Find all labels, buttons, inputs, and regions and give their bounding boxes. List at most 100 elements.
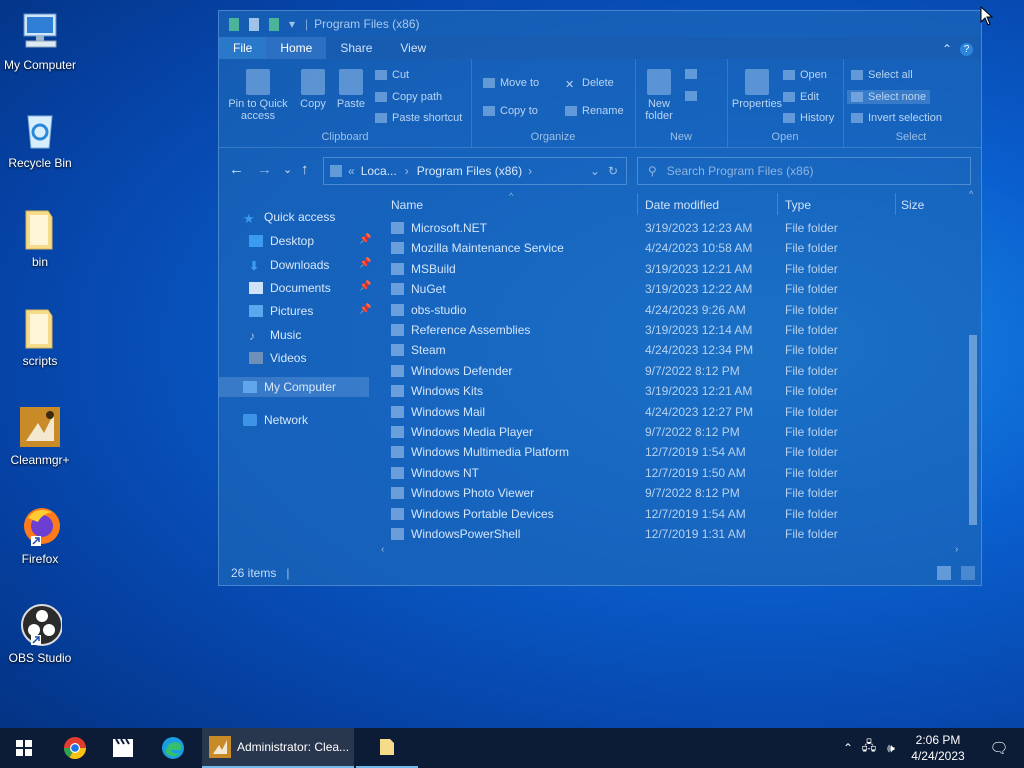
properties-icon[interactable] bbox=[249, 17, 259, 31]
scroll-left-arrow-icon[interactable]: ‹ bbox=[381, 544, 384, 555]
file-row[interactable]: Steam 4/24/2023 12:34 PM File folder bbox=[391, 340, 981, 360]
new-item-button[interactable] bbox=[685, 69, 702, 79]
forward-arrow-icon[interactable]: → bbox=[257, 161, 272, 178]
minimize-ribbon-icon[interactable]: ⌃ bbox=[934, 39, 960, 59]
up-arrow-icon[interactable]: ↑ bbox=[301, 161, 309, 178]
taskbar-chrome[interactable] bbox=[52, 728, 98, 768]
paste-button[interactable]: Paste bbox=[331, 69, 371, 110]
file-row[interactable]: Windows Portable Devices 12/7/2019 1:54 A… bbox=[391, 504, 981, 524]
scrollbar-thumb[interactable] bbox=[969, 335, 977, 525]
network-icon[interactable]: 🖧 bbox=[858, 737, 880, 759]
file-row[interactable]: Reference Assemblies 3/19/2023 12:14 AM Fi… bbox=[391, 320, 981, 340]
help-icon[interactable]: ? bbox=[960, 38, 981, 59]
paste-shortcut-button[interactable]: Paste shortcut bbox=[375, 112, 462, 124]
tab-home[interactable]: Home bbox=[266, 37, 327, 59]
pin-icon[interactable]: 📌 bbox=[359, 281, 371, 292]
taskbar-active-app[interactable]: Administrator: Clea... bbox=[202, 728, 354, 768]
address-bar[interactable]: « Loca... › Program Files (x86) › ⌄ ↻ bbox=[323, 157, 627, 185]
file-row[interactable]: WindowsPowerShell 12/7/2019 1:31 AM File f… bbox=[391, 524, 981, 544]
column-header-date-modified[interactable]: Date modified bbox=[645, 198, 719, 212]
vertical-scrollbar[interactable]: ^ bbox=[967, 189, 979, 549]
delete-button[interactable]: ✕ Delete bbox=[565, 77, 614, 91]
tab-view[interactable]: View bbox=[386, 37, 440, 59]
notification-center-icon[interactable]: 🗨 bbox=[980, 739, 1018, 757]
cut-button[interactable]: Cut bbox=[375, 69, 409, 81]
nav-desktop[interactable]: Desktop bbox=[249, 231, 314, 251]
recent-locations-chevron-icon[interactable]: ⌄ bbox=[283, 163, 292, 176]
nav-my-computer[interactable]: My Computer bbox=[219, 377, 369, 397]
refresh-icon[interactable]: ↻ bbox=[608, 164, 618, 178]
file-row[interactable]: Windows Multimedia Platform 12/7/2019 1:5… bbox=[391, 442, 981, 462]
search-box[interactable]: ⚲ Search Program Files (x86) bbox=[637, 157, 971, 185]
pin-icon[interactable]: 📌 bbox=[359, 304, 371, 315]
file-row[interactable]: Windows Defender 9/7/2022 8:12 PM File fol… bbox=[391, 361, 981, 381]
pin-icon[interactable]: 📌 bbox=[359, 258, 371, 269]
new-folder-icon[interactable] bbox=[269, 17, 279, 31]
history-button[interactable]: History bbox=[783, 112, 834, 124]
start-button[interactable] bbox=[0, 728, 48, 768]
address-dropdown-icon[interactable]: ⌄ bbox=[590, 164, 600, 178]
column-header-size[interactable]: Size bbox=[901, 198, 924, 212]
open-button[interactable]: Open bbox=[783, 69, 827, 81]
move-to-button[interactable]: Move to bbox=[483, 77, 539, 89]
file-row[interactable]: Mozilla Maintenance Service 4/24/2023 10:… bbox=[391, 238, 981, 258]
select-all-button[interactable]: Select all bbox=[851, 69, 913, 81]
pin-to-quick-access-button[interactable]: Pin to Quick access bbox=[223, 69, 293, 122]
properties-button[interactable]: Properties bbox=[731, 69, 783, 110]
nav-documents[interactable]: Documents bbox=[249, 278, 331, 298]
file-row[interactable]: NuGet 3/19/2023 12:22 AM File folder bbox=[391, 279, 981, 299]
file-row[interactable]: Windows Kits 3/19/2023 12:21 AM File folde… bbox=[391, 381, 981, 401]
nav-downloads[interactable]: ⬇ Downloads bbox=[249, 255, 329, 275]
column-header-name[interactable]: Name bbox=[391, 198, 423, 212]
desktop-icon-obs-studio[interactable]: OBS Studio bbox=[0, 603, 80, 665]
invert-selection-button[interactable]: Invert selection bbox=[851, 112, 942, 124]
volume-icon[interactable]: 🕪 bbox=[880, 741, 902, 756]
file-row[interactable]: Windows Media Player 9/7/2022 8:12 PM File… bbox=[391, 422, 981, 442]
pin-icon[interactable]: 📌 bbox=[359, 234, 371, 245]
breadcrumb-program-files[interactable]: Program Files (x86) bbox=[417, 164, 522, 178]
details-view-icon[interactable] bbox=[937, 566, 951, 580]
new-folder-button[interactable]: New folder bbox=[641, 69, 677, 122]
nav-videos[interactable]: Videos bbox=[249, 348, 306, 368]
copy-button[interactable]: Copy bbox=[293, 69, 333, 110]
copy-path-button[interactable]: Copy path bbox=[375, 91, 442, 103]
desktop-icon-cleanmgr[interactable]: Cleanmgr+ bbox=[0, 405, 80, 467]
breadcrumb-local-disk[interactable]: Loca... bbox=[361, 164, 397, 178]
rename-button[interactable]: Rename bbox=[565, 105, 624, 117]
file-row[interactable]: obs-studio 4/24/2023 9:26 AM File folder bbox=[391, 300, 981, 320]
search-input[interactable]: Search Program Files (x86) bbox=[667, 164, 814, 178]
taskbar-clapper[interactable] bbox=[100, 728, 146, 768]
nav-quick-access[interactable]: ★ Quick access bbox=[243, 207, 335, 227]
tab-file[interactable]: File bbox=[219, 37, 267, 59]
file-explorer-window[interactable]: ▾ | Program Files (x86) File Home Share … bbox=[218, 10, 982, 586]
large-icons-view-icon[interactable] bbox=[961, 566, 975, 580]
file-row[interactable]: Microsoft.NET 3/19/2023 12:23 AM File fold… bbox=[391, 218, 981, 238]
nav-music[interactable]: ♪ Music bbox=[249, 325, 301, 345]
desktop-icon-firefox[interactable]: Firefox bbox=[0, 504, 80, 566]
desktop-icon-recycle-bin[interactable]: Recycle Bin bbox=[0, 108, 80, 170]
file-row[interactable]: Windows NT 12/7/2019 1:50 AM File folder bbox=[391, 463, 981, 483]
taskbar-edge[interactable] bbox=[150, 728, 196, 768]
desktop-icon-bin[interactable]: bin bbox=[0, 207, 80, 269]
tab-share[interactable]: Share bbox=[326, 37, 386, 59]
clock[interactable]: 2:06 PM 4/24/2023 bbox=[902, 732, 974, 764]
nav-network[interactable]: Network bbox=[243, 410, 308, 430]
file-row[interactable]: Windows Mail 4/24/2023 12:27 PM File folde… bbox=[391, 402, 981, 422]
scroll-right-arrow-icon[interactable]: › bbox=[955, 544, 958, 555]
title-bar[interactable]: ▾ | Program Files (x86) bbox=[219, 11, 981, 37]
edit-button[interactable]: Edit bbox=[783, 91, 819, 103]
easy-access-button[interactable] bbox=[685, 91, 702, 101]
select-none-button[interactable]: Select none bbox=[847, 90, 931, 104]
taskbar-file-explorer[interactable] bbox=[356, 728, 418, 768]
scroll-up-arrow-icon[interactable]: ^ bbox=[969, 189, 973, 199]
back-arrow-icon[interactable]: ← bbox=[229, 161, 244, 178]
file-row[interactable]: MSBuild 3/19/2023 12:21 AM File folder bbox=[391, 259, 981, 279]
desktop-icon-my-computer[interactable]: My Computer bbox=[0, 10, 80, 72]
chevron-down-icon[interactable]: ▾ bbox=[289, 17, 295, 31]
desktop-icon-scripts[interactable]: scripts bbox=[0, 306, 80, 368]
copy-to-button[interactable]: Copy to bbox=[483, 105, 538, 117]
column-header-type[interactable]: Type bbox=[785, 198, 811, 212]
nav-pictures[interactable]: Pictures bbox=[249, 301, 313, 321]
file-row[interactable]: Windows Photo Viewer 9/7/2022 8:12 PM File… bbox=[391, 483, 981, 503]
show-hidden-icons-chevron-icon[interactable]: ⌃ bbox=[838, 741, 858, 755]
